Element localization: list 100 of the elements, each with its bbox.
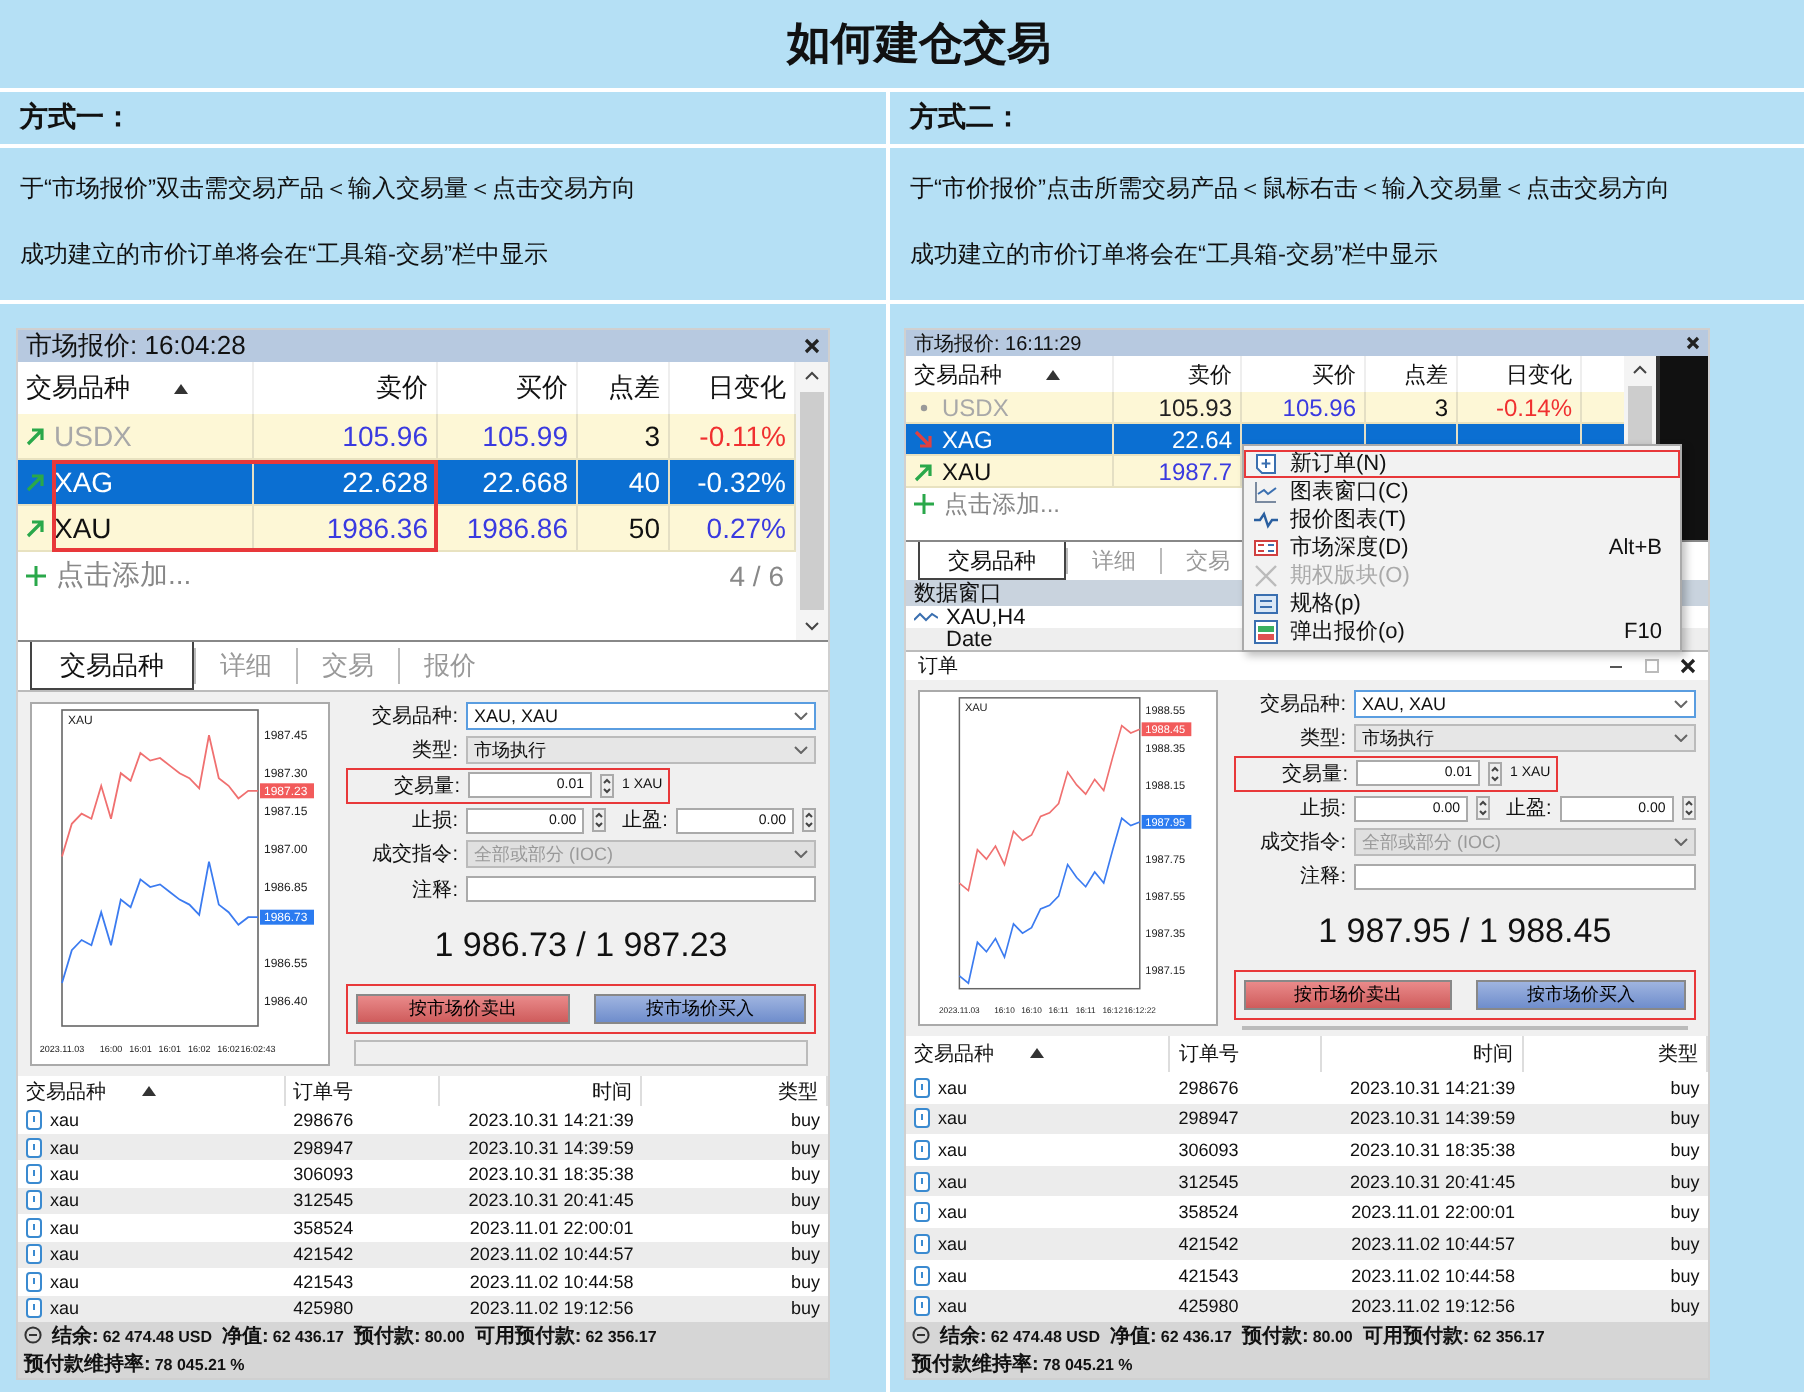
table-cell: 421542	[293, 1244, 354, 1265]
spread-value: 40	[628, 466, 660, 498]
price-value: -0.11%	[699, 420, 786, 452]
status-label: 预付款:	[1241, 1323, 1309, 1350]
table-cell: buy	[1670, 1202, 1700, 1223]
table-cell: xau	[938, 1140, 968, 1161]
table-cell: 298676	[1178, 1077, 1239, 1098]
price-value: 22.628	[342, 466, 428, 498]
price-value: 105.96	[1282, 393, 1356, 421]
symbol-name: XAG	[54, 466, 114, 498]
status-label: 净值:	[222, 1323, 269, 1350]
status-value: 62 356.17	[1473, 1327, 1545, 1346]
table-cell: 2023.11.01 22:00:01	[469, 1217, 634, 1238]
price-value: -0.14%	[1495, 393, 1572, 421]
table-cell: 358524	[1178, 1202, 1239, 1223]
dialog-title: 订单	[918, 653, 958, 680]
status-label: 预付款维持率:	[912, 1350, 1039, 1378]
table-cell: 312545	[1178, 1171, 1239, 1192]
price-value: 22.64	[1171, 425, 1232, 453]
status-value: 62 356.17	[585, 1327, 657, 1346]
symbol-name: XAU	[54, 512, 112, 544]
table-cell: 421543	[1178, 1265, 1239, 1286]
table-cell: buy	[1670, 1265, 1700, 1286]
status-label: 预付款:	[353, 1323, 421, 1350]
table-cell: 421542	[1178, 1233, 1239, 1254]
status-value: 62 436.17	[272, 1327, 344, 1346]
instruction-text: 于“市场报价”双击需交易产品＜输入交易量＜点击交易方向	[20, 172, 638, 206]
field-label: 止盈:	[622, 807, 668, 835]
table-cell: 2023.11.01 22:00:01	[1351, 1202, 1516, 1223]
status-label: 结余:	[940, 1323, 987, 1350]
table-cell: xau	[50, 1271, 80, 1292]
table-cell: xau	[938, 1171, 968, 1192]
table-cell: buy	[1670, 1140, 1700, 1161]
price-quote: 1 987.95 / 1 988.45	[1316, 912, 1614, 952]
table-cell: xau	[50, 1244, 80, 1265]
panel-title: 市场报价: 16:11:29	[914, 331, 1082, 357]
table-cell: buy	[1670, 1233, 1700, 1254]
table-cell: xau	[50, 1190, 80, 1211]
table-cell: 2023.10.31 14:21:39	[1350, 1077, 1516, 1098]
table-cell: 2023.10.31 20:41:45	[1350, 1171, 1516, 1192]
panel-title: 数据窗口	[914, 579, 1002, 608]
table-cell: 298947	[1178, 1108, 1239, 1129]
table-cell: xau	[50, 1217, 80, 1238]
status-value: 62 436.17	[1160, 1327, 1232, 1346]
table-cell: buy	[790, 1271, 820, 1292]
status-value: 62 474.48 USD	[990, 1327, 1101, 1346]
symbol-name: XAU	[942, 457, 992, 485]
status-label: 可用预付款:	[474, 1323, 582, 1350]
table-cell: 306093	[1178, 1140, 1239, 1161]
table-cell: xau	[50, 1164, 80, 1185]
table-cell: 2023.11.02 19:12:56	[469, 1298, 634, 1319]
table-cell: xau	[50, 1298, 80, 1319]
table-cell: buy	[1670, 1296, 1700, 1317]
table-cell: 306093	[293, 1164, 354, 1185]
table-cell: 2023.11.02 10:44:57	[1351, 1233, 1516, 1254]
table-cell: 2023.10.31 18:35:38	[468, 1164, 634, 1185]
table-cell: buy	[790, 1190, 820, 1211]
table-cell: buy	[1670, 1108, 1700, 1129]
status-label: 可用预付款:	[1362, 1323, 1470, 1350]
table-cell: buy	[790, 1164, 820, 1185]
panel-title: 市场报价: 16:04:28	[26, 328, 246, 364]
spread-value: 3	[644, 420, 660, 452]
price-quote: 1 986.73 / 1 987.23	[432, 925, 730, 966]
page-title: 如何建仓交易	[786, 16, 1051, 72]
price-value: 0.27%	[706, 512, 786, 544]
instruction-text: 成功建立的市价订单将会在“工具箱-交易”栏中显示	[20, 238, 550, 272]
symbol-name: XAG	[942, 425, 993, 453]
price-value: 1986.36	[326, 512, 428, 544]
table-cell: 2023.10.31 14:21:39	[468, 1110, 634, 1131]
status-value: 78 045.21 %	[1042, 1355, 1133, 1374]
field-label: 类型:	[410, 737, 458, 765]
status-value: 80.00	[1312, 1327, 1353, 1346]
section-heading: 方式二：	[910, 100, 1022, 136]
table-cell: xau	[938, 1077, 968, 1098]
table-cell: 425980	[293, 1298, 354, 1319]
symbol-count: 4 / 6	[729, 559, 784, 591]
field-label: 止损:	[1298, 795, 1346, 822]
table-cell: 2023.11.02 10:44:58	[1351, 1265, 1516, 1286]
field-label: 止损:	[410, 807, 458, 835]
instruction-text: 成功建立的市价订单将会在“工具箱-交易”栏中显示	[910, 238, 1440, 272]
field-label: 注释:	[410, 877, 458, 904]
price-value: 1987.7	[1158, 457, 1232, 485]
instruction-text: 于“市价报价”点击所需交易产品＜鼠标右击＜输入交易量＜点击交易方向	[910, 172, 1672, 206]
field-label: 交易品种:	[1258, 691, 1346, 718]
table-cell: xau	[938, 1265, 968, 1286]
table-cell: buy	[790, 1298, 820, 1319]
table-cell: 425980	[1178, 1296, 1239, 1317]
status-value: 62 474.48 USD	[102, 1327, 213, 1346]
table-cell: 312545	[293, 1190, 354, 1211]
status-value: 80.00	[424, 1327, 465, 1346]
field-label: 止盈:	[1506, 795, 1552, 822]
symbol-name: USDX	[942, 393, 1009, 421]
table-cell: 2023.10.31 18:35:38	[1350, 1140, 1516, 1161]
table-cell: xau	[50, 1110, 80, 1131]
table-cell: buy	[790, 1137, 820, 1158]
price-value: 105.99	[482, 420, 568, 452]
table-cell: buy	[790, 1110, 820, 1131]
status-label: 净值:	[1110, 1323, 1157, 1350]
status-label: 结余:	[52, 1323, 99, 1350]
table-cell: 2023.10.31 20:41:45	[468, 1190, 634, 1211]
